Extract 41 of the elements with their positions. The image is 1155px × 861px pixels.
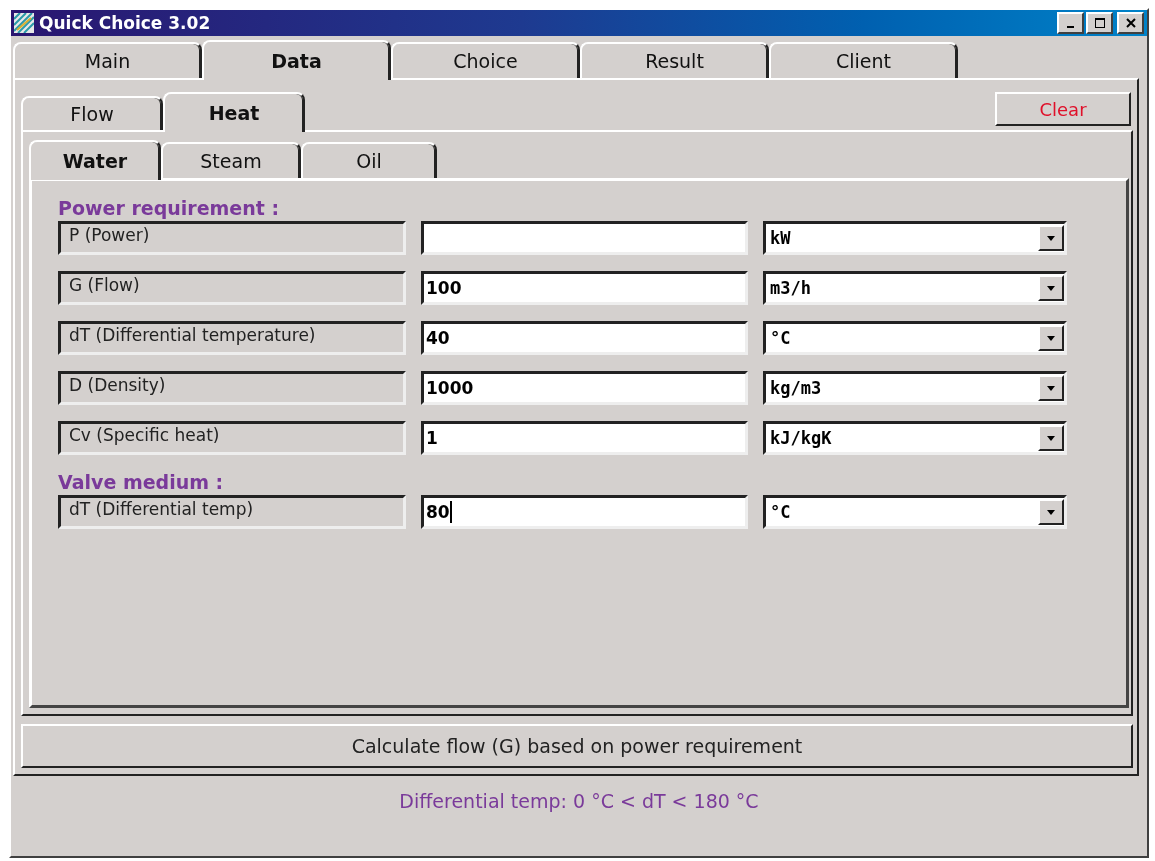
tab[interactable]: Client [769,42,958,78]
tab[interactable]: Main [13,42,202,78]
unit-dropdown[interactable]: °C [763,321,1067,355]
tab[interactable]: Oil [301,142,437,178]
unit-dropdown[interactable]: m3/h [763,271,1067,305]
section-heading: Valve medium : [58,471,225,495]
input-field[interactable]: 1000 [421,371,748,405]
unit-dropdown[interactable]: °C [763,495,1067,529]
close-button[interactable] [1117,12,1144,34]
close-icon [1125,18,1136,28]
app-icon [14,13,34,33]
tab[interactable]: Flow [21,96,163,130]
field-label: Cv (Specific heat) [58,421,406,455]
field-label: dT (Differential temperature) [58,321,406,355]
input-field[interactable]: 1 [421,421,748,455]
tab[interactable]: Water [29,140,161,180]
field-label: P (Power) [58,221,406,255]
tab[interactable]: Result [580,42,769,78]
unit-dropdown[interactable]: kg/m3 [763,371,1067,405]
tab[interactable]: Heat [163,92,305,132]
calculate-button[interactable]: Calculate flow (G) based on power requirement [21,724,1133,768]
input-field[interactable]: 100 [421,271,748,305]
tab[interactable]: Steam [161,142,301,178]
field-label: D (Density) [58,371,406,405]
field-label: G (Flow) [58,271,406,305]
minimize-icon [1067,26,1074,28]
maximize-icon [1094,18,1105,28]
input-field[interactable] [421,221,748,255]
unit-dropdown[interactable]: kJ/kgK [763,421,1067,455]
maximize-button[interactable] [1086,12,1113,34]
window-title: Quick Choice 3.02 [39,13,212,33]
field-label: dT (Differential temp) [58,495,406,529]
status-text: Differential temp: 0 °C < dT < 180 °C [399,789,759,812]
minimize-button[interactable] [1057,12,1084,34]
unit-dropdown[interactable]: kW [763,221,1067,255]
tab[interactable]: Data [202,40,391,80]
input-field[interactable]: 40 [421,321,748,355]
section-heading: Power requirement : [58,197,281,221]
input-field[interactable]: 80 [421,495,748,529]
text-cursor [449,501,452,523]
tab[interactable]: Choice [391,42,580,78]
